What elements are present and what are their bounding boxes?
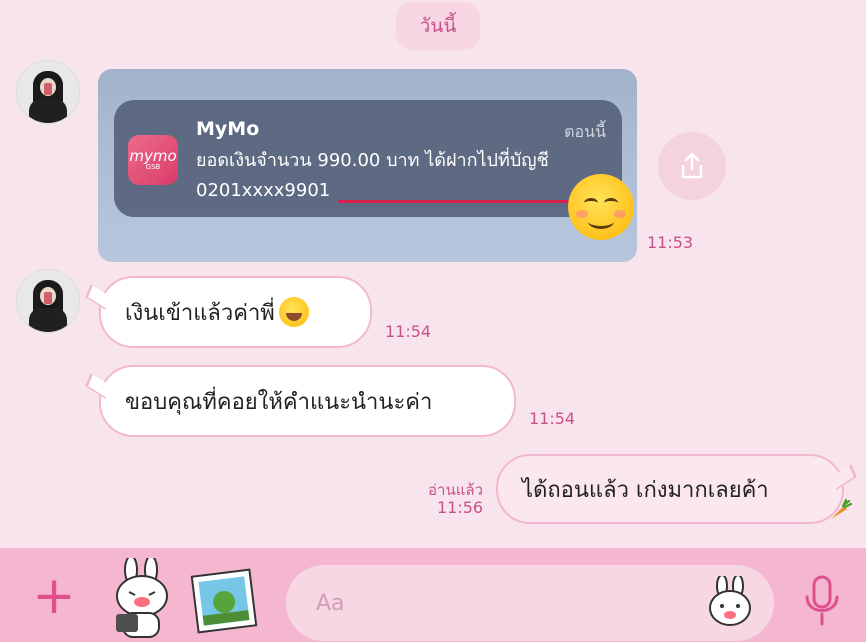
plus-icon[interactable]: +	[30, 570, 78, 622]
share-icon	[681, 152, 703, 179]
star-struck-emoji-icon	[278, 297, 309, 327]
smiling-emoji-icon	[568, 174, 634, 240]
frog-photo	[198, 576, 250, 626]
app-logo-text: mymo	[129, 147, 177, 165]
notification-title: MyMo	[196, 118, 260, 140]
message-bubble-3[interactable]: ได้ถอนแล้ว เก่งมากเลยค้า	[496, 454, 844, 524]
emoji-sticker-button[interactable]	[706, 576, 754, 628]
red-underline	[338, 200, 584, 203]
input-placeholder: Aa	[316, 590, 345, 616]
share-button[interactable]	[658, 132, 726, 200]
notification-time: ตอนนี้	[564, 122, 606, 141]
message-bubble-2[interactable]: ขอบคุณที่คอยให้คำแนะนำนะค่า	[99, 365, 516, 437]
message-text-2: ขอบคุณที่คอยให้คำแนะนำนะค่า	[125, 389, 433, 415]
message-bubble-1[interactable]: เงินเข้าแล้วค่าพี่	[99, 276, 372, 348]
image-timestamp: 11:53	[647, 233, 694, 252]
gallery-thumbnail[interactable]	[190, 568, 258, 634]
message-timestamp-1: 11:54	[385, 322, 432, 341]
chat-area: วันนี้ mymo GSB MyMo ตอนนี้ ยอดเงินจำนวน…	[0, 0, 866, 548]
message-timestamp-3: 11:56	[437, 498, 484, 517]
notification-card: mymo GSB MyMo ตอนนี้ ยอดเงินจำนวน 990.00…	[114, 100, 622, 217]
message-input[interactable]: Aa	[286, 565, 774, 641]
image-message[interactable]: mymo GSB MyMo ตอนนี้ ยอดเงินจำนวน 990.00…	[98, 69, 637, 262]
notification-body: ยอดเงินจำนวน 990.00 บาท ได้ฝากไปที่บัญชี…	[196, 146, 606, 206]
carrot-icon	[831, 498, 852, 519]
app-logo-subtext: GSB	[145, 163, 161, 171]
bunny-sticker-icon[interactable]	[106, 558, 178, 640]
date-badge: วันนี้	[396, 2, 480, 50]
message-timestamp-2: 11:54	[529, 409, 576, 428]
mic-icon[interactable]	[800, 573, 844, 629]
message-text-1: เงินเข้าแล้วค่าพี่	[125, 300, 275, 326]
notification-line-1: ยอดเงินจำนวน 990.00 บาท ได้ฝากไปที่บัญชี	[196, 150, 549, 171]
message-text-3: ได้ถอนแล้ว เก่งมากเลยค้า	[522, 477, 769, 503]
app-icon: mymo GSB	[128, 135, 178, 185]
avatar[interactable]	[16, 60, 80, 124]
avatar[interactable]	[16, 269, 80, 333]
